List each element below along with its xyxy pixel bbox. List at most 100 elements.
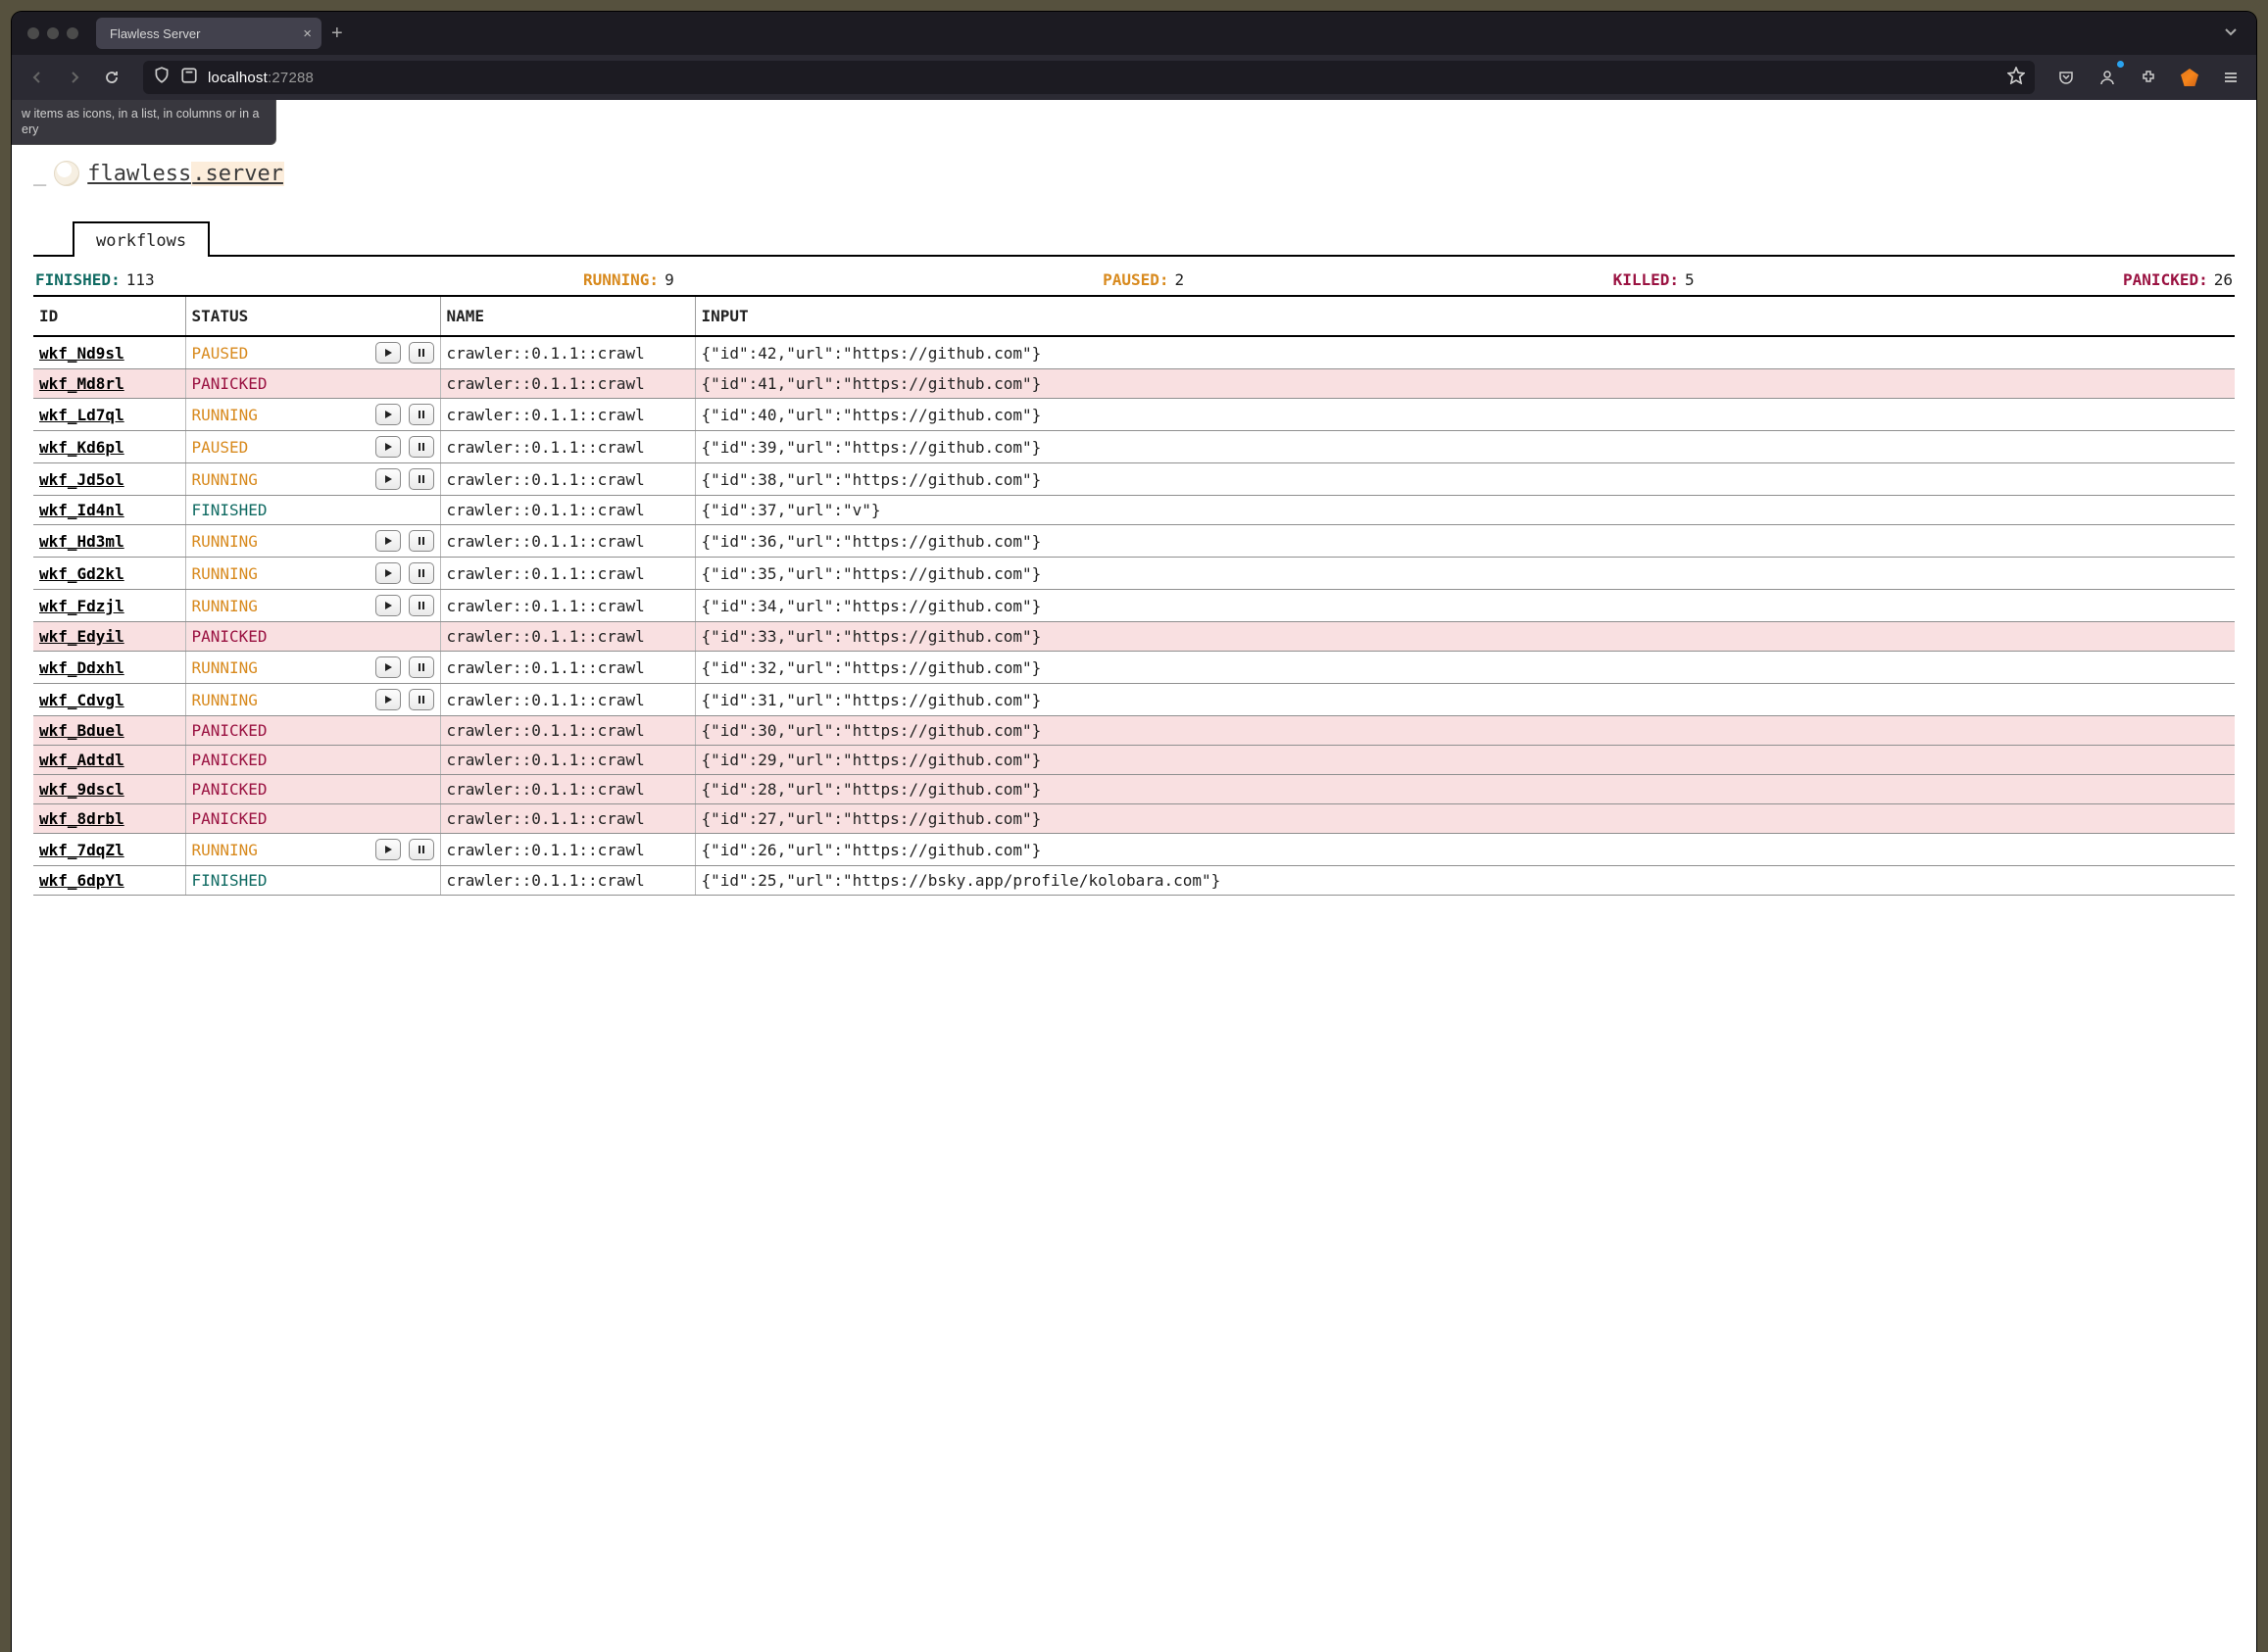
zoom-window-dot[interactable] bbox=[67, 27, 78, 39]
play-button[interactable] bbox=[375, 839, 401, 860]
pause-button[interactable] bbox=[409, 839, 434, 860]
status-label: PANICKED bbox=[192, 721, 268, 740]
brand-cursor: _ bbox=[33, 162, 46, 186]
shield-icon[interactable] bbox=[153, 67, 171, 89]
stat-finished: FINISHED:113 bbox=[35, 270, 155, 289]
workflow-link[interactable]: wkf_Ld7ql bbox=[39, 406, 124, 424]
workflow-link[interactable]: wkf_Hd3ml bbox=[39, 532, 124, 551]
cell-status: RUNNING bbox=[185, 834, 440, 866]
pause-button[interactable] bbox=[409, 404, 434, 425]
extensions-icon[interactable] bbox=[2133, 62, 2164, 93]
cell-name: crawler::0.1.1::crawl bbox=[440, 866, 695, 896]
play-button[interactable] bbox=[375, 436, 401, 458]
pause-button[interactable] bbox=[409, 656, 434, 678]
workflow-link[interactable]: wkf_Fdzjl bbox=[39, 597, 124, 615]
workflow-link[interactable]: wkf_Ddxhl bbox=[39, 658, 124, 677]
address-bar[interactable]: localhost:27288 bbox=[143, 61, 2035, 94]
play-button[interactable] bbox=[375, 595, 401, 616]
workflow-link[interactable]: wkf_Nd9sl bbox=[39, 344, 124, 363]
workflow-link[interactable]: wkf_Bduel bbox=[39, 721, 124, 740]
back-button[interactable] bbox=[22, 62, 53, 93]
workflow-link[interactable]: wkf_Kd6pl bbox=[39, 438, 124, 457]
pause-button[interactable] bbox=[409, 562, 434, 584]
play-button[interactable] bbox=[375, 689, 401, 710]
workflow-link[interactable]: wkf_Adtdl bbox=[39, 751, 124, 769]
pause-button[interactable] bbox=[409, 468, 434, 490]
workflow-link[interactable]: wkf_Id4nl bbox=[39, 501, 124, 519]
workflow-link[interactable]: wkf_9dscl bbox=[39, 780, 124, 799]
page: _ flawless.server workflows FINISHED:113… bbox=[12, 100, 2256, 896]
col-id: ID bbox=[33, 296, 185, 336]
list-tabs-button[interactable] bbox=[2215, 20, 2246, 48]
cell-status: FINISHED bbox=[185, 496, 440, 525]
brand-link[interactable]: flawless.server bbox=[87, 162, 284, 186]
col-name: NAME bbox=[440, 296, 695, 336]
url-text: localhost:27288 bbox=[208, 70, 314, 86]
account-icon[interactable] bbox=[2092, 62, 2123, 93]
status-label: PANICKED bbox=[192, 780, 268, 799]
pause-button[interactable] bbox=[409, 530, 434, 552]
brand-name-b: .server bbox=[191, 162, 284, 186]
minimize-window-dot[interactable] bbox=[47, 27, 59, 39]
workflow-link[interactable]: wkf_Gd2kl bbox=[39, 564, 124, 583]
cell-name: crawler::0.1.1::crawl bbox=[440, 431, 695, 463]
browser-tab[interactable]: Flawless Server × bbox=[96, 18, 321, 49]
workflow-link[interactable]: wkf_8drbl bbox=[39, 809, 124, 828]
cell-input: {"id":30,"url":"https://github.com"} bbox=[695, 716, 2235, 746]
play-button[interactable] bbox=[375, 656, 401, 678]
pocket-icon[interactable] bbox=[2050, 62, 2082, 93]
workflow-link[interactable]: wkf_Md8rl bbox=[39, 374, 124, 393]
pause-button[interactable] bbox=[409, 595, 434, 616]
reload-button[interactable] bbox=[96, 62, 127, 93]
status-label: RUNNING bbox=[192, 597, 261, 615]
stat-paused: PAUSED:2 bbox=[1103, 270, 1184, 289]
cell-status: RUNNING bbox=[185, 684, 440, 716]
viewport: w items as icons, in a list, in columns … bbox=[12, 100, 2256, 1652]
cell-status: PANICKED bbox=[185, 746, 440, 775]
workflow-link[interactable]: wkf_Jd5ol bbox=[39, 470, 124, 489]
stat-killed: KILLED:5 bbox=[1613, 270, 1695, 289]
play-button[interactable] bbox=[375, 468, 401, 490]
cell-input: {"id":31,"url":"https://github.com"} bbox=[695, 684, 2235, 716]
play-button[interactable] bbox=[375, 530, 401, 552]
close-window-dot[interactable] bbox=[27, 27, 39, 39]
metamask-icon[interactable] bbox=[2174, 62, 2205, 93]
cell-id: wkf_Edyil bbox=[33, 622, 185, 652]
cell-input: {"id":38,"url":"https://github.com"} bbox=[695, 463, 2235, 496]
cell-status: RUNNING bbox=[185, 558, 440, 590]
cell-input: {"id":25,"url":"https://bsky.app/profile… bbox=[695, 866, 2235, 896]
workflow-link[interactable]: wkf_7dqZl bbox=[39, 841, 124, 859]
tab-workflows[interactable]: workflows bbox=[73, 221, 210, 257]
app-menu-icon[interactable] bbox=[2215, 62, 2246, 93]
table-header-row: ID STATUS NAME INPUT bbox=[33, 296, 2235, 336]
cell-id: wkf_Jd5ol bbox=[33, 463, 185, 496]
status-label: RUNNING bbox=[192, 691, 261, 709]
site-info-icon[interactable] bbox=[180, 67, 198, 89]
play-button[interactable] bbox=[375, 342, 401, 364]
workflow-link[interactable]: wkf_Cdvgl bbox=[39, 691, 124, 709]
cell-id: wkf_Ld7ql bbox=[33, 399, 185, 431]
page-tabs: workflows bbox=[33, 219, 2235, 257]
pause-button[interactable] bbox=[409, 342, 434, 364]
play-button[interactable] bbox=[375, 404, 401, 425]
close-tab-icon[interactable]: × bbox=[303, 25, 312, 42]
cell-name: crawler::0.1.1::crawl bbox=[440, 399, 695, 431]
new-tab-button[interactable]: + bbox=[331, 23, 343, 45]
workflow-link[interactable]: wkf_6dpYl bbox=[39, 871, 124, 890]
cell-input: {"id":36,"url":"https://github.com"} bbox=[695, 525, 2235, 558]
status-label: RUNNING bbox=[192, 841, 261, 859]
bookmark-star-icon[interactable] bbox=[2007, 67, 2025, 89]
pause-button[interactable] bbox=[409, 436, 434, 458]
forward-button[interactable] bbox=[59, 62, 90, 93]
status-label: RUNNING bbox=[192, 406, 261, 424]
url-host: localhost bbox=[208, 70, 268, 86]
tab-title: Flawless Server bbox=[110, 26, 200, 41]
cell-name: crawler::0.1.1::crawl bbox=[440, 652, 695, 684]
cell-name: crawler::0.1.1::crawl bbox=[440, 746, 695, 775]
pause-button[interactable] bbox=[409, 689, 434, 710]
table-row: wkf_Nd9slPAUSEDcrawler::0.1.1::crawl{"id… bbox=[33, 336, 2235, 369]
table-row: wkf_AdtdlPANICKEDcrawler::0.1.1::crawl{"… bbox=[33, 746, 2235, 775]
play-button[interactable] bbox=[375, 562, 401, 584]
workflow-link[interactable]: wkf_Edyil bbox=[39, 627, 124, 646]
cell-input: {"id":28,"url":"https://github.com"} bbox=[695, 775, 2235, 804]
